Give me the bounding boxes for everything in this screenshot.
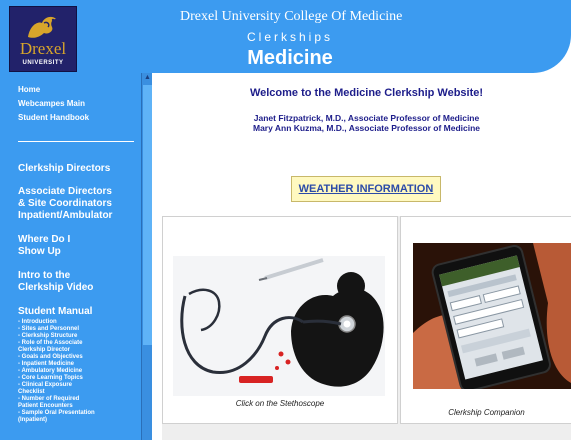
welcome-heading: Welcome to the Medicine Clerkship Websit… xyxy=(249,87,484,99)
manual-item[interactable]: - Number of Required xyxy=(18,396,79,403)
drexel-logo[interactable]: Drexel UNIVERSITY xyxy=(9,6,77,72)
main-content: Welcome to the Medicine Clerkship Websit… xyxy=(152,73,571,440)
manual-item[interactable]: Checklist xyxy=(18,389,45,396)
sidebar-link-inpatient-ambulatory[interactable]: Inpatient/Ambulator xyxy=(18,210,112,222)
stethoscope-image[interactable] xyxy=(173,256,385,396)
manual-item[interactable]: - Core Learning Topics xyxy=(18,375,83,382)
weather-information-link[interactable]: WEATHER INFORMATION xyxy=(291,176,441,202)
logo-wordmark: Drexel xyxy=(19,39,67,58)
manual-item[interactable]: (Inpatient) xyxy=(18,417,47,424)
sidebar-heading-student-manual[interactable]: Student Manual xyxy=(18,306,92,318)
header-subtitle: Clerkships xyxy=(246,30,333,44)
companion-caption: Clerkship Companion xyxy=(448,408,525,417)
sidebar-nav: Home Webcampes Main Student Handbook Cle… xyxy=(0,73,153,440)
manual-item[interactable]: - Goals and Objectives xyxy=(18,354,83,361)
clerkship-companion-image[interactable] xyxy=(413,243,571,389)
manual-item[interactable]: - Clinical Exposure xyxy=(18,382,72,389)
sidebar-link-student-handbook[interactable]: Student Handbook xyxy=(18,113,89,123)
sidebar-link-clerkship-video[interactable]: Clerkship Video xyxy=(18,282,93,294)
page-title: Medicine xyxy=(247,47,333,69)
sidebar-link-clerkship-directors[interactable]: Clerkship Directors xyxy=(18,163,110,175)
companion-panel: Clerkship Companion xyxy=(400,216,571,424)
sidebar-link-webcampes-main[interactable]: Webcampes Main xyxy=(18,99,85,109)
sidebar-link-intro-video[interactable]: Intro to the xyxy=(18,270,70,282)
dragon-icon xyxy=(28,16,56,38)
manual-item[interactable]: - Clerkship Structure xyxy=(18,333,77,340)
site-header: Drexel UNIVERSITY Drexel University Coll… xyxy=(0,0,571,78)
college-name: Drexel University College Of Medicine xyxy=(180,9,403,24)
stethoscope-caption: Click on the Stethoscope xyxy=(235,399,325,408)
scroll-thumb[interactable] xyxy=(143,85,152,345)
sidebar-link-site-coordinators[interactable]: & Site Coordinators xyxy=(18,198,112,210)
sidebar-link-where-do-i[interactable]: Where Do I xyxy=(18,234,70,246)
manual-item[interactable]: - Ambulatory Medicine xyxy=(18,368,82,375)
manual-item[interactable]: - Introduction xyxy=(18,319,57,326)
faculty-line: Mary Ann Kuzma, M.D., Associate Professo… xyxy=(252,123,481,133)
faculty-line: Janet Fitzpatrick, M.D., Associate Profe… xyxy=(253,113,480,123)
logo-subword: UNIVERSITY xyxy=(22,60,64,66)
manual-item[interactable]: - Sample Oral Presentation xyxy=(18,410,95,417)
feature-panels: Click on the Stethoscope Clerkship Compa… xyxy=(162,216,571,440)
manual-item[interactable]: - Sites and Personnel xyxy=(18,326,79,333)
faculty-list: Janet Fitzpatrick, M.D., Associate Profe… xyxy=(162,113,571,133)
sidebar-link-home[interactable]: Home xyxy=(18,85,40,95)
sidebar-divider xyxy=(18,141,134,142)
sidebar-link-show-up[interactable]: Show Up xyxy=(18,246,61,258)
sidebar-link-associate-directors[interactable]: Associate Directors xyxy=(18,186,112,198)
manual-item[interactable]: - Role of the Associate xyxy=(18,340,82,347)
manual-item[interactable]: - Inpatient Medicine xyxy=(18,361,74,368)
manual-item[interactable]: Clerkship Director xyxy=(18,347,70,354)
stethoscope-panel: Click on the Stethoscope xyxy=(162,216,398,424)
manual-item[interactable]: Patient Encounters xyxy=(18,403,73,410)
